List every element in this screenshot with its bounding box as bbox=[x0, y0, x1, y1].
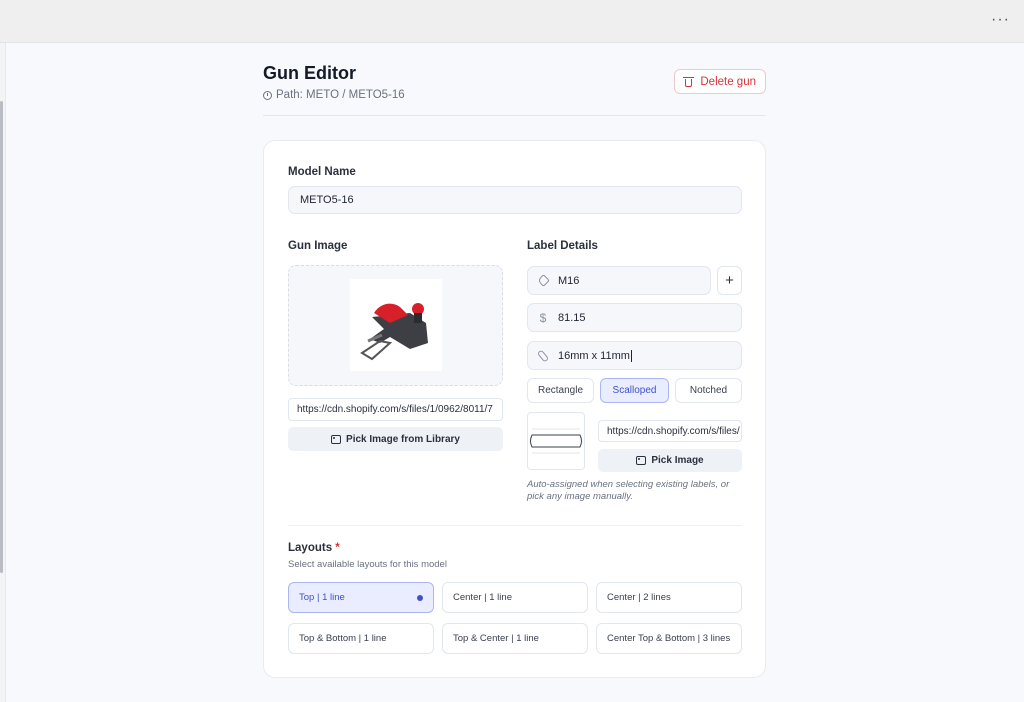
scalloped-label-shape bbox=[530, 428, 582, 454]
label-shape-preview bbox=[527, 412, 585, 470]
pick-image-label: Pick Image bbox=[651, 455, 704, 466]
more-options-button[interactable]: ··· bbox=[991, 12, 1010, 28]
layouts-label-text: Layouts bbox=[288, 542, 333, 554]
layouts-label: Layouts * bbox=[288, 542, 340, 554]
shape-rectangle-button[interactable]: Rectangle bbox=[527, 378, 594, 403]
price-value[interactable]: 81.15 bbox=[558, 312, 586, 324]
shape-scalloped-button[interactable]: Scalloped bbox=[600, 378, 669, 403]
plus-icon: + bbox=[725, 272, 734, 289]
model-name-input[interactable] bbox=[300, 194, 730, 206]
layout-option[interactable]: Top | 1 line bbox=[288, 582, 434, 613]
layout-option-label: Top & Bottom | 1 line bbox=[299, 633, 387, 644]
pick-image-button[interactable]: Pick Image bbox=[598, 449, 742, 472]
price-field[interactable]: $ 81.15 bbox=[527, 303, 742, 332]
breadcrumb-text: Path: METO / METO5-16 bbox=[276, 89, 405, 101]
required-mark: * bbox=[335, 542, 340, 554]
paperclip-icon bbox=[536, 348, 550, 363]
image-icon bbox=[331, 434, 342, 444]
pick-library-label: Pick Image from Library bbox=[346, 433, 460, 445]
layout-option[interactable]: Top & Center | 1 line bbox=[442, 623, 588, 654]
label-size-field[interactable]: 16mm x 11mm bbox=[527, 341, 742, 370]
label-code-field[interactable]: M16 bbox=[527, 266, 711, 295]
top-bar: ··· bbox=[0, 0, 1024, 43]
label-image-hint: Auto-assigned when selecting existing la… bbox=[527, 479, 730, 502]
gun-image-dropzone[interactable] bbox=[288, 265, 503, 386]
shape-notched-button[interactable]: Notched bbox=[675, 378, 742, 403]
layouts-description: Select available layouts for this model bbox=[288, 559, 447, 570]
layout-option[interactable]: Top & Bottom | 1 line bbox=[288, 623, 434, 654]
gun-image-label: Gun Image bbox=[288, 240, 348, 252]
layout-option-label: Center | 2 lines bbox=[607, 592, 671, 603]
gun-image-url-field[interactable]: https://cdn.shopify.com/s/files/1/0962/8… bbox=[288, 398, 503, 421]
label-code-value[interactable]: M16 bbox=[558, 275, 579, 287]
delete-gun-button[interactable]: Delete gun bbox=[674, 69, 766, 94]
gun-form-card: Model Name Gun Image https://cdn.shopify… bbox=[263, 140, 766, 678]
text-cursor bbox=[630, 349, 632, 362]
layout-option[interactable]: Center | 1 line bbox=[442, 582, 588, 613]
layout-option-label: Center | 1 line bbox=[453, 592, 512, 603]
model-name-label: Model Name bbox=[288, 166, 356, 178]
page-title: Gun Editor bbox=[263, 63, 356, 83]
add-label-button[interactable]: + bbox=[717, 266, 742, 295]
breadcrumb: Path: METO / METO5-16 bbox=[263, 89, 405, 101]
layout-option-label: Center Top & Bottom | 3 lines bbox=[607, 633, 731, 644]
label-details-label: Label Details bbox=[527, 240, 598, 252]
layout-option-label: Top & Center | 1 line bbox=[453, 633, 539, 644]
trash-icon bbox=[683, 76, 695, 88]
label-image-url-field[interactable]: https://cdn.shopify.com/s/files/ bbox=[598, 420, 742, 442]
layout-option-label: Top | 1 line bbox=[299, 592, 345, 603]
dollar-icon: $ bbox=[539, 310, 547, 325]
label-size-value[interactable]: 16mm x 11mm bbox=[558, 350, 630, 362]
scrollbar[interactable] bbox=[0, 101, 3, 573]
section-divider bbox=[288, 525, 742, 526]
delete-gun-label: Delete gun bbox=[700, 75, 756, 88]
layout-option[interactable]: Center Top & Bottom | 3 lines bbox=[596, 623, 742, 654]
pick-image-from-library-button[interactable]: Pick Image from Library bbox=[288, 427, 503, 451]
gun-image bbox=[350, 279, 442, 371]
layout-option[interactable]: Center | 2 lines bbox=[596, 582, 742, 613]
tag-icon bbox=[536, 274, 550, 287]
model-name-field[interactable] bbox=[288, 186, 742, 214]
editor-page: Gun Editor Path: METO / METO5-16 Delete … bbox=[6, 43, 1024, 702]
image-icon bbox=[636, 456, 647, 465]
selected-indicator bbox=[417, 595, 423, 601]
clock-icon bbox=[263, 90, 272, 100]
page-header: Gun Editor Path: METO / METO5-16 Delete … bbox=[263, 63, 766, 116]
